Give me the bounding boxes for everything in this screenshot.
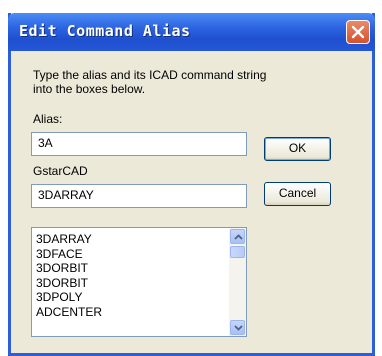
window-title: Edit Command Alias xyxy=(19,22,191,40)
list-item[interactable]: ADCENTER xyxy=(36,305,102,320)
edit-command-alias-dialog: Edit Command Alias Type the alias and it… xyxy=(8,13,375,356)
list-item[interactable]: 3DPOLY xyxy=(36,290,102,305)
instructions-text: Type the alias and its ICAD command stri… xyxy=(33,68,267,96)
chevron-down-icon xyxy=(234,325,243,331)
scroll-up-button[interactable] xyxy=(230,229,245,244)
scroll-down-button[interactable] xyxy=(230,320,245,335)
listbox-scrollbar[interactable] xyxy=(229,228,246,336)
command-label: GstarCAD xyxy=(33,164,88,178)
alias-input[interactable]: 3A xyxy=(31,132,247,156)
list-item[interactable]: 3DFACE xyxy=(36,247,102,262)
command-listbox[interactable]: 3DARRAY 3DFACE 3DORBIT 3DORBIT 3DPOLY AD… xyxy=(31,227,247,337)
title-bar[interactable]: Edit Command Alias xyxy=(8,13,375,51)
scroll-thumb[interactable] xyxy=(230,246,245,258)
close-button[interactable] xyxy=(346,20,370,44)
alias-label: Alias: xyxy=(33,112,63,126)
ok-button[interactable]: OK xyxy=(264,137,331,161)
command-input[interactable]: 3DARRAY xyxy=(31,184,247,208)
list-item[interactable]: 3DARRAY xyxy=(36,232,102,247)
cancel-button[interactable]: Cancel xyxy=(264,182,331,206)
list-item[interactable]: 3DORBIT xyxy=(36,261,102,276)
chevron-up-icon xyxy=(234,234,243,240)
close-icon xyxy=(351,25,365,39)
dialog-body: Type the alias and its ICAD command stri… xyxy=(11,51,372,353)
list-item[interactable]: 3DORBIT xyxy=(36,276,102,291)
